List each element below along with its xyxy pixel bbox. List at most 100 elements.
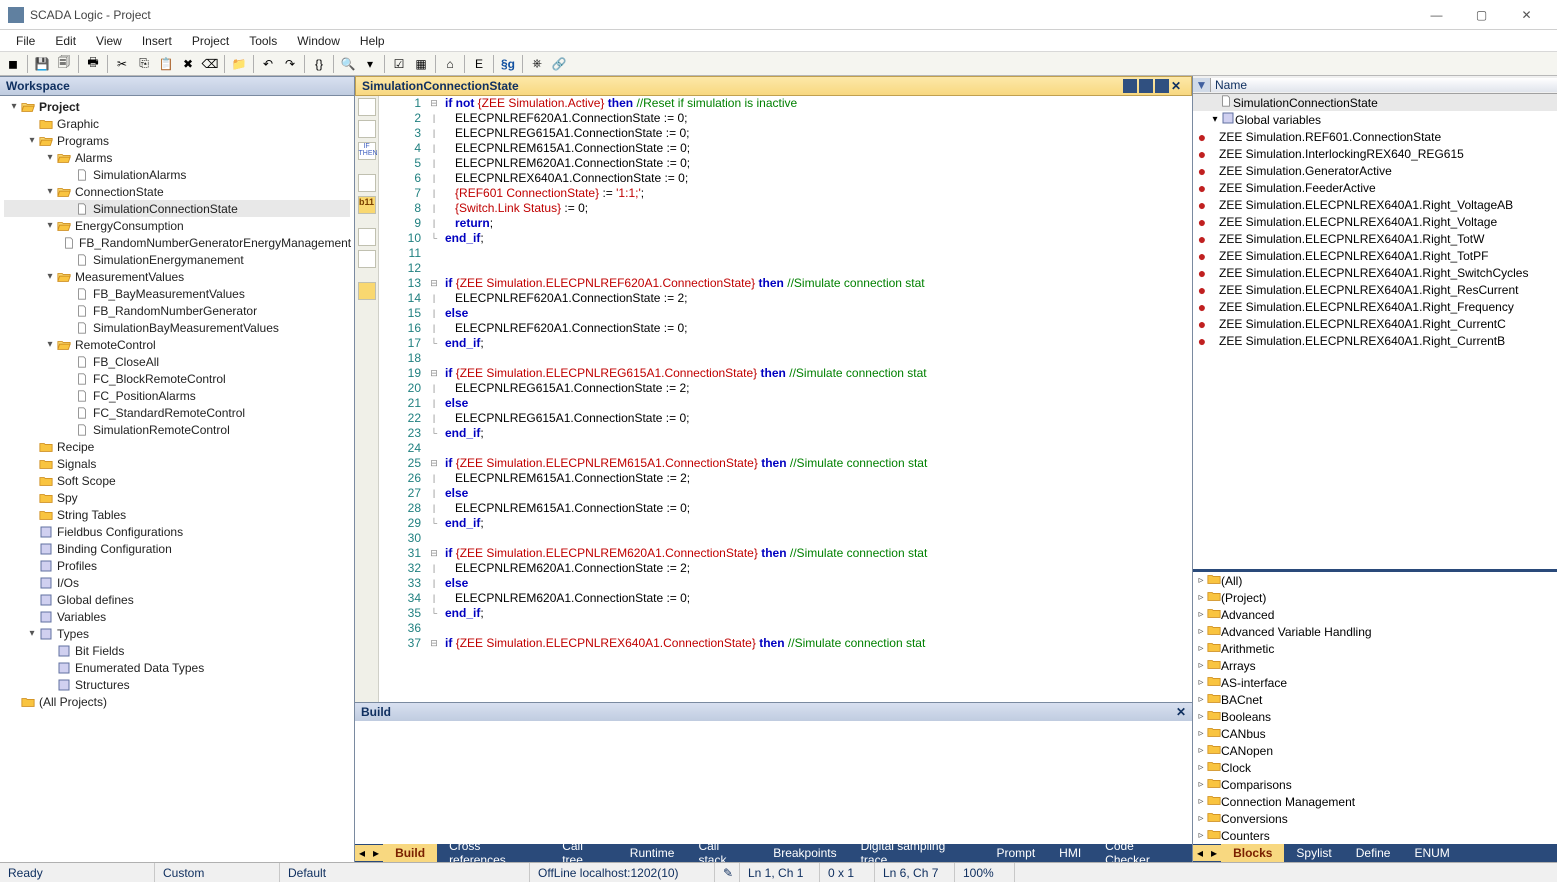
menu-file[interactable]: File — [6, 34, 45, 48]
variable-row[interactable]: ●ZEE Simulation.GeneratorActive — [1193, 162, 1557, 179]
tree-item[interactable]: ▾RemoteControl — [4, 336, 350, 353]
build-tab[interactable]: Call tree — [550, 844, 618, 862]
category-row[interactable]: ▹Booleans — [1193, 708, 1557, 725]
variables-list[interactable]: SimulationConnectionState▾Global variabl… — [1193, 94, 1557, 569]
find-icon[interactable]: 🔍 — [338, 54, 358, 74]
margin-btn-7[interactable] — [358, 250, 376, 268]
tree-item[interactable]: Bit Fields — [4, 642, 350, 659]
blocks-tab[interactable]: Spylist — [1284, 844, 1343, 862]
tree-item[interactable]: SimulationBayMeasurementValues — [4, 319, 350, 336]
tree-item[interactable]: SimulationConnectionState — [4, 200, 350, 217]
tree-item[interactable]: ▾Alarms — [4, 149, 350, 166]
tree-item[interactable]: Structures — [4, 676, 350, 693]
build-tab-prev[interactable]: ◂ — [355, 845, 369, 861]
ref-icon[interactable]: ⎈ — [527, 54, 547, 74]
menu-view[interactable]: View — [86, 34, 132, 48]
variable-row[interactable]: ●ZEE Simulation.ELECPNLREX640A1.Right_Fr… — [1193, 298, 1557, 315]
variable-row[interactable]: ●ZEE Simulation.ELECPNLREX640A1.Right_Re… — [1193, 281, 1557, 298]
tree-item[interactable]: FB_RandomNumberGeneratorEnergyManagement — [4, 234, 350, 251]
brackets-icon[interactable]: {} — [309, 54, 329, 74]
blocks-tab-next[interactable]: ▸ — [1207, 845, 1221, 861]
menu-edit[interactable]: Edit — [45, 34, 86, 48]
close-button[interactable]: ✕ — [1504, 0, 1549, 30]
margin-btn-3[interactable]: IFTHEN — [358, 142, 376, 160]
category-row[interactable]: ▹(All) — [1193, 572, 1557, 589]
tree-item[interactable]: ▾Types — [4, 625, 350, 642]
tree-item[interactable]: FB_RandomNumberGenerator — [4, 302, 350, 319]
build-tab[interactable]: Code Checker — [1093, 844, 1192, 862]
menu-help[interactable]: Help — [350, 34, 395, 48]
tree-item[interactable]: Enumerated Data Types — [4, 659, 350, 676]
tree-item[interactable]: FC_PositionAlarms — [4, 387, 350, 404]
blocks-tab-prev[interactable]: ◂ — [1193, 845, 1207, 861]
category-row[interactable]: ▹CANbus — [1193, 725, 1557, 742]
folder-icon[interactable]: 📁 — [229, 54, 249, 74]
saveall-icon[interactable]: 🗐 — [54, 54, 74, 74]
category-row[interactable]: ▹Comparisons — [1193, 776, 1557, 793]
tree-item[interactable]: FB_BayMeasurementValues — [4, 285, 350, 302]
build-close-icon[interactable]: ✕ — [1176, 705, 1186, 719]
tree-item[interactable]: SimulationAlarms — [4, 166, 350, 183]
blocks-tab[interactable]: Blocks — [1221, 844, 1284, 862]
tree-item[interactable]: FC_StandardRemoteControl — [4, 404, 350, 421]
variable-row[interactable]: ●ZEE Simulation.ELECPNLREX640A1.Right_Cu… — [1193, 332, 1557, 349]
category-row[interactable]: ▹Arithmetic — [1193, 640, 1557, 657]
category-row[interactable]: ▹Advanced — [1193, 606, 1557, 623]
category-row[interactable]: ▹Advanced Variable Handling — [1193, 623, 1557, 640]
build-tab[interactable]: Call stack — [686, 844, 761, 862]
menu-tools[interactable]: Tools — [239, 34, 287, 48]
tree-item[interactable]: Signals — [4, 455, 350, 472]
toggle-icon[interactable]: ☑ — [389, 54, 409, 74]
build-tab[interactable]: Breakpoints — [761, 844, 848, 862]
cut-icon[interactable]: ✂ — [112, 54, 132, 74]
tree-item[interactable]: Spy — [4, 489, 350, 506]
build-tab[interactable]: Prompt — [984, 844, 1047, 862]
category-row[interactable]: ▹Connection Management — [1193, 793, 1557, 810]
menu-window[interactable]: Window — [287, 34, 350, 48]
clear-icon[interactable]: ⌫ — [200, 54, 220, 74]
tree-item[interactable]: ▾Project — [4, 98, 350, 115]
struct-icon[interactable]: ▦ — [411, 54, 431, 74]
variable-row[interactable]: ▾Global variables — [1193, 111, 1557, 128]
variable-row[interactable]: ●ZEE Simulation.InterlockingREX640_REG61… — [1193, 145, 1557, 162]
home-icon[interactable]: ⌂ — [440, 54, 460, 74]
editor-tool2-icon[interactable] — [1139, 79, 1153, 93]
blocks-category-list[interactable]: ▹(All)▹(Project)▹Advanced▹Advanced Varia… — [1193, 572, 1557, 844]
margin-btn-8[interactable] — [358, 282, 376, 300]
margin-btn-2[interactable] — [358, 120, 376, 138]
blocks-tab[interactable]: ENUM — [1402, 844, 1461, 862]
build-tab[interactable]: Runtime — [618, 844, 687, 862]
build-tab[interactable]: HMI — [1047, 844, 1093, 862]
tree-item[interactable]: Binding Configuration — [4, 540, 350, 557]
link-icon[interactable]: 🔗 — [549, 54, 569, 74]
copy-icon[interactable]: ⎘ — [134, 54, 154, 74]
blocks-tab[interactable]: Define — [1344, 844, 1403, 862]
stop-icon[interactable]: ◼ — [3, 54, 23, 74]
tree-item[interactable]: (All Projects) — [4, 693, 350, 710]
build-tab[interactable]: Digital sampling trace — [849, 844, 985, 862]
variable-row[interactable]: ●ZEE Simulation.FeederActive — [1193, 179, 1557, 196]
tree-item[interactable]: SimulationRemoteControl — [4, 421, 350, 438]
variable-row[interactable]: ●ZEE Simulation.ELECPNLREX640A1.Right_Cu… — [1193, 315, 1557, 332]
tree-item[interactable]: Profiles — [4, 557, 350, 574]
tree-item[interactable]: I/Os — [4, 574, 350, 591]
variable-row[interactable]: ●ZEE Simulation.ELECPNLREX640A1.Right_Vo… — [1193, 196, 1557, 213]
redo-icon[interactable]: ↷ — [280, 54, 300, 74]
delete-icon[interactable]: ✖ — [178, 54, 198, 74]
tree-item[interactable]: Global defines — [4, 591, 350, 608]
type-icon[interactable]: E — [469, 54, 489, 74]
category-row[interactable]: ▹AS-interface — [1193, 674, 1557, 691]
category-row[interactable]: ▹(Project) — [1193, 589, 1557, 606]
tree-item[interactable]: Soft Scope — [4, 472, 350, 489]
tree-item[interactable]: FB_CloseAll — [4, 353, 350, 370]
tree-item[interactable]: Recipe — [4, 438, 350, 455]
tree-item[interactable]: SimulationEnergymanement — [4, 251, 350, 268]
tree-item[interactable]: ▾EnergyConsumption — [4, 217, 350, 234]
editor-tool3-icon[interactable] — [1155, 79, 1169, 93]
variables-column-name[interactable]: Name — [1211, 78, 1557, 92]
build-tab[interactable]: Cross references — [437, 844, 550, 862]
margin-btn-6[interactable] — [358, 228, 376, 246]
tree-item[interactable]: Graphic — [4, 115, 350, 132]
build-tab[interactable]: Build — [383, 844, 437, 862]
menu-insert[interactable]: Insert — [132, 34, 182, 48]
